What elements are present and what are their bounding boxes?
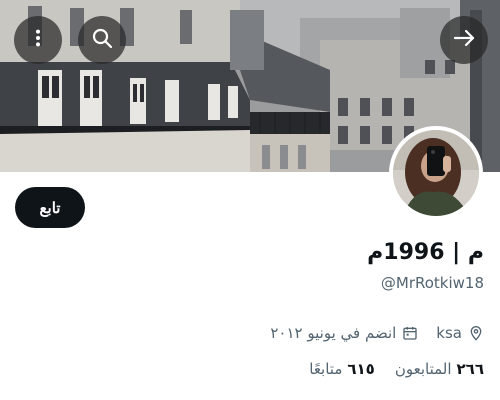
follow-stats: ٢٦٦ المتابعون ٦١٥ متابعًا xyxy=(309,360,484,378)
followers-link[interactable]: ٢٦٦ المتابعون xyxy=(395,360,484,378)
profile-meta: ksa انضم في يونيو ٢٠١٢ xyxy=(270,324,484,342)
join-date-text: انضم في يونيو ٢٠١٢ xyxy=(270,324,397,342)
join-date-item: انضم في يونيو ٢٠١٢ xyxy=(270,324,418,342)
user-handle: @MrRotkiw18 xyxy=(380,274,484,292)
location-item: ksa xyxy=(436,324,484,342)
display-name: م | 1996م xyxy=(367,240,484,265)
more-options-button[interactable] xyxy=(14,16,62,64)
following-link[interactable]: ٦١٥ متابعًا xyxy=(309,360,375,378)
following-label: متابعًا xyxy=(309,360,343,378)
location-text: ksa xyxy=(436,324,462,342)
calendar-icon xyxy=(402,325,418,341)
profile-avatar[interactable] xyxy=(389,126,483,220)
back-button[interactable] xyxy=(440,16,488,64)
search-button[interactable] xyxy=(78,16,126,64)
followers-label: المتابعون xyxy=(394,360,452,378)
location-pin-icon xyxy=(468,325,484,341)
following-count: ٦١٥ xyxy=(347,360,375,378)
followers-count: ٢٦٦ xyxy=(456,360,484,378)
search-icon xyxy=(90,26,114,54)
follow-button[interactable]: تابع xyxy=(15,187,85,228)
more-vertical-icon xyxy=(27,27,49,53)
arrow-right-icon xyxy=(452,26,476,54)
